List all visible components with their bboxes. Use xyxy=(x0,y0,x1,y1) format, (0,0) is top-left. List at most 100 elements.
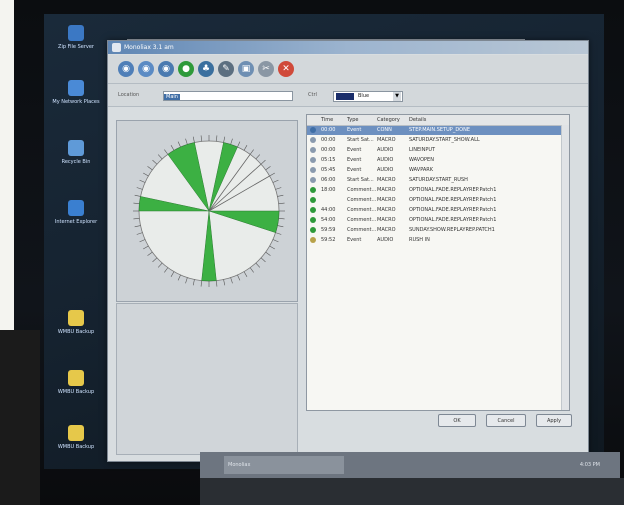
desktop-icon[interactable]: My Network Places xyxy=(48,80,104,105)
clock-tick xyxy=(272,239,279,243)
save-icon[interactable]: ◉ xyxy=(138,61,154,77)
folder-icon xyxy=(68,425,84,441)
desktop-icon[interactable]: Internet Explorer xyxy=(48,200,104,225)
clock-tick xyxy=(185,277,188,284)
list-item[interactable]: 05:15 Event AUDIO WAVOPEN xyxy=(307,156,569,165)
title-bar[interactable]: Monoliax 3.1 am xyxy=(108,41,588,54)
event-type-icon xyxy=(310,167,316,173)
cell-type: Comment... xyxy=(347,197,377,203)
desktop-icon[interactable]: WMBU Backup xyxy=(48,425,104,450)
clock-tick xyxy=(200,280,202,287)
column-header[interactable]: Details xyxy=(409,117,426,123)
desktop-icon-label: Zip File Server xyxy=(58,44,94,50)
desktop-icon-label: My Network Places xyxy=(52,99,100,105)
add-icon[interactable]: ● xyxy=(178,61,194,77)
hour-clock-pane xyxy=(116,120,298,302)
cell-category: AUDIO xyxy=(377,237,394,243)
cell-type: Start Sat... xyxy=(347,137,374,143)
app-window: Monoliax 3.1 am ◉ ◉ ◉ ● ♣ ✎ ▣ ✂ ✕ Location Main … xyxy=(107,40,589,462)
clock-tick xyxy=(243,145,248,151)
list-item[interactable]: Comment... MACRO OPTIONAL.FADE.REPLAYREP.P… xyxy=(307,196,569,205)
delete-icon[interactable]: ✕ xyxy=(278,61,294,77)
clock-tick xyxy=(216,135,218,142)
edit-icon[interactable]: ✎ xyxy=(218,61,234,77)
list-item[interactable]: 18:00 Comment... MACRO OPTIONAL.FADE.REPLAY… xyxy=(307,186,569,195)
clock-tick xyxy=(200,135,202,142)
column-header[interactable]: Type xyxy=(347,117,358,123)
cell-type: Comment... xyxy=(347,217,377,223)
clock-tick xyxy=(269,172,275,177)
desk-surface xyxy=(0,330,40,505)
clock-tick xyxy=(255,154,261,160)
cell-type: Event xyxy=(347,127,362,133)
list-item[interactable]: 00:00 Event CONN STEP.MAIN.SETUP_DONE xyxy=(307,126,569,135)
clock-tick xyxy=(177,141,181,148)
list-item[interactable]: 06:00 Start Sat... MACRO SATURDAY.START_RUS… xyxy=(307,176,569,185)
list-item[interactable]: 44:00 Comment... MACRO OPTIONAL.FADE.REPLAY… xyxy=(307,206,569,215)
taskbar-item[interactable]: Monoliax xyxy=(224,456,344,474)
cell-details: OPTIONAL.FADE.REPLAYREP.Patch1 xyxy=(409,207,497,213)
cell-type: Event xyxy=(347,157,362,163)
cell-type: Event xyxy=(347,167,362,173)
cancel-button[interactable]: Cancel xyxy=(486,414,526,427)
clock-tick xyxy=(249,267,254,273)
clock-tick xyxy=(278,202,285,204)
refresh-icon[interactable]: ◉ xyxy=(158,61,174,77)
desktop-icon[interactable]: WMBU Backup xyxy=(48,310,104,335)
toolbar: ◉ ◉ ◉ ● ♣ ✎ ▣ ✂ ✕ xyxy=(108,55,588,84)
desktop-icon[interactable]: Recycle Bin xyxy=(48,140,104,165)
column-header[interactable]: Category xyxy=(377,117,400,123)
list-item[interactable]: 00:00 Event AUDIO LINEINPUT xyxy=(307,146,569,155)
tray-clock: 4:03 PM xyxy=(579,462,600,468)
clock-tick xyxy=(237,141,241,148)
users-icon[interactable]: ♣ xyxy=(198,61,214,77)
clock-tick xyxy=(260,159,266,165)
open-icon[interactable]: ◉ xyxy=(118,61,134,77)
clock-tick xyxy=(269,245,275,250)
cell-time: 05:45 xyxy=(321,167,336,173)
cell-details: WAVPARK xyxy=(409,167,434,173)
clock-tick xyxy=(143,172,149,177)
desktop-icon-label: WMBU Backup xyxy=(57,389,95,395)
cut-icon[interactable]: ✂ xyxy=(258,61,274,77)
clock-tick xyxy=(143,245,149,250)
clock-tick xyxy=(152,257,158,263)
cell-time: 59:59 xyxy=(321,227,336,233)
apply-button[interactable]: Apply xyxy=(536,414,572,427)
desktop-icon-label: Recycle Bin xyxy=(61,159,91,165)
network-icon xyxy=(68,80,84,96)
desktop-icon[interactable]: Zip File Server xyxy=(48,25,104,50)
window-title: Monoliax 3.1 am xyxy=(124,44,174,51)
ctrl-value: Blue xyxy=(358,93,370,99)
vertical-scrollbar[interactable] xyxy=(561,125,569,410)
copy-icon[interactable]: ▣ xyxy=(238,61,254,77)
cell-time: 00:00 xyxy=(321,127,336,133)
list-item[interactable]: 59:52 Event AUDIO RUSH IN xyxy=(307,236,569,245)
cell-category: MACRO xyxy=(377,137,396,143)
recycle-bin-icon xyxy=(68,140,84,156)
event-type-icon xyxy=(310,197,316,203)
cell-details: STEP.MAIN.SETUP_DONE xyxy=(409,127,470,133)
monitor-stand xyxy=(200,478,624,505)
cell-time: 44:00 xyxy=(321,207,336,213)
desktop-icon[interactable]: WMBU Backup xyxy=(48,370,104,395)
taskbar: Monoliax 4:03 PM xyxy=(200,452,620,478)
list-item[interactable]: 00:00 Start Sat... MACRO SATURDAY.START_SHO… xyxy=(307,136,569,145)
clock-tick xyxy=(139,179,146,183)
clock-tick xyxy=(164,267,169,273)
chevron-down-icon[interactable]: ▼ xyxy=(393,92,401,101)
column-header[interactable]: Time xyxy=(321,117,333,123)
ctrl-select[interactable]: Blue ▼ xyxy=(333,91,403,102)
clock-tick xyxy=(185,138,188,145)
clock-tick xyxy=(249,149,254,155)
clock-tick xyxy=(170,145,175,151)
desktop-icon-label: WMBU Backup xyxy=(57,444,95,450)
hour-clock-chart xyxy=(133,135,285,287)
location-input[interactable]: Main xyxy=(163,91,293,101)
ok-button[interactable]: OK xyxy=(438,414,476,427)
list-item[interactable]: 54:00 Comment... MACRO OPTIONAL.FADE.REPLAY… xyxy=(307,216,569,225)
cell-time: 59:52 xyxy=(321,237,336,243)
list-item[interactable]: 59:59 Comment... MACRO SUNDAY.SHOW.REPLAYRE… xyxy=(307,226,569,235)
list-item[interactable]: 05:45 Event AUDIO WAVPARK xyxy=(307,166,569,175)
cell-type: Comment... xyxy=(347,227,377,233)
